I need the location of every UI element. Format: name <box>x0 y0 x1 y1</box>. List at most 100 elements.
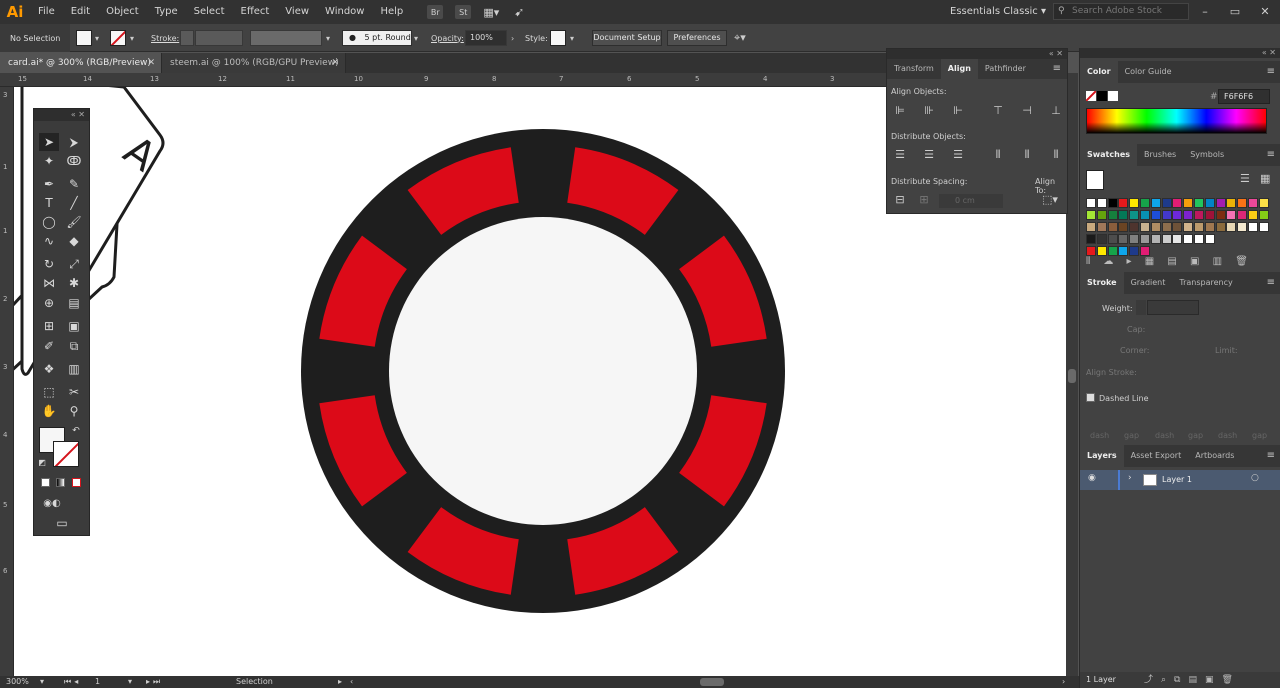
color-swatch[interactable] <box>1140 222 1150 232</box>
tab-asset-export[interactable]: Asset Export <box>1124 445 1189 467</box>
color-swatch[interactable] <box>1248 198 1258 208</box>
scale-tool-icon[interactable]: ⤢ <box>64 255 84 273</box>
color-swatch[interactable] <box>1161 234 1172 244</box>
color-swatch[interactable] <box>1118 222 1129 232</box>
tab-card-ai[interactable]: card.ai* @ 300% (RGB/Preview) ✕ <box>0 53 162 73</box>
maximize-icon[interactable]: ▭ <box>1220 0 1250 24</box>
swatch-fill-stroke-icon[interactable] <box>1086 170 1104 190</box>
menu-select[interactable]: Select <box>186 0 233 24</box>
align-to-selection-icon[interactable]: ⬚▾ <box>1037 192 1063 208</box>
menu-help[interactable]: Help <box>372 0 411 24</box>
puppet-warp-tool-icon[interactable]: ✱ <box>64 274 84 292</box>
opacity-input[interactable]: 100% <box>465 30 507 46</box>
horizontal-align-right-icon[interactable]: ⊩ <box>949 103 967 119</box>
bridge-icon[interactable]: Br <box>427 5 444 19</box>
panel-menu-icon[interactable]: ≡ <box>1267 445 1275 467</box>
color-swatch[interactable] <box>1086 198 1096 208</box>
color-swatch[interactable] <box>1140 210 1150 220</box>
color-swatch[interactable] <box>1204 198 1215 208</box>
color-mode-icon[interactable] <box>41 478 50 487</box>
color-swatch[interactable] <box>1086 246 1096 256</box>
vertical-distribute-center-icon[interactable]: ☰ <box>920 147 938 163</box>
artboard-tool-icon[interactable]: ⬚ <box>39 383 59 401</box>
horizontal-distribute-right-icon[interactable]: ⫴ <box>1047 147 1065 163</box>
tab-transparency[interactable]: Transparency <box>1172 272 1239 294</box>
close-tab-icon[interactable]: ✕ <box>147 53 155 73</box>
layers-footer-icons[interactable]: ⤴⌕⧉▤▣🗑 <box>1144 672 1241 688</box>
color-swatch[interactable] <box>1086 222 1096 232</box>
color-swatch[interactable] <box>1129 210 1140 220</box>
draw-mode-icon[interactable]: ◉◐ <box>37 494 67 512</box>
fill-color-swatch[interactable] <box>76 30 92 46</box>
symbol-sprayer-tool-icon[interactable]: ❖ <box>39 360 59 378</box>
color-swatch[interactable] <box>1107 222 1118 232</box>
fill-dropdown-icon[interactable]: ▾ <box>95 24 99 52</box>
panel-menu-icon[interactable]: ≡ <box>1267 61 1275 83</box>
color-swatch[interactable] <box>1183 210 1194 220</box>
close-icon[interactable]: ✕ <box>1250 0 1280 24</box>
color-swatch[interactable] <box>1096 222 1107 232</box>
color-swatch[interactable] <box>1172 198 1183 208</box>
shape-builder-tool-icon[interactable]: ⊕ <box>39 294 59 312</box>
artboard-prev-icon[interactable]: ⏮◂ <box>64 676 81 688</box>
hex-color-input[interactable]: F6F6F6 <box>1218 89 1270 104</box>
panel-menu-icon[interactable]: ≡ <box>1053 59 1061 79</box>
width-tool-icon[interactable]: ⋈ <box>39 274 59 292</box>
layer-row[interactable]: ◉ › Layer 1 ○ <box>1080 470 1280 490</box>
poker-chip[interactable] <box>301 129 785 613</box>
default-colors-icon[interactable]: ◩ <box>37 457 47 467</box>
color-swatch[interactable] <box>1096 198 1107 208</box>
tab-symbols[interactable]: Symbols <box>1183 144 1231 166</box>
vertical-distribute-bottom-icon[interactable]: ☰ <box>949 147 967 163</box>
color-swatch[interactable] <box>1194 210 1204 220</box>
dashed-line-checkbox[interactable] <box>1086 393 1095 402</box>
color-swatch[interactable] <box>1248 222 1258 232</box>
color-swatch[interactable] <box>1183 222 1194 232</box>
tab-color[interactable]: Color <box>1080 61 1118 83</box>
menu-effect[interactable]: Effect <box>233 0 278 24</box>
curvature-tool-icon[interactable]: ✎ <box>64 175 84 193</box>
opacity-arrow-icon[interactable]: › <box>511 24 514 52</box>
blend-tool-icon[interactable]: ⧉ <box>64 337 84 355</box>
color-swatch[interactable] <box>1150 198 1161 208</box>
brush-definition[interactable]: ● 5 pt. Round <box>342 30 412 46</box>
horizontal-distribute-space-icon[interactable]: ⊞ <box>915 192 933 208</box>
stroke-color-box[interactable] <box>53 441 79 467</box>
tab-gradient[interactable]: Gradient <box>1124 272 1173 294</box>
status-menu-icon[interactable]: ▸ <box>338 676 342 688</box>
tab-swatches[interactable]: Swatches <box>1080 144 1137 166</box>
color-swatch[interactable] <box>1237 222 1248 232</box>
style-dropdown-icon[interactable]: ▾ <box>570 24 574 52</box>
color-swatch[interactable] <box>1107 234 1118 244</box>
visibility-eye-icon[interactable]: ◉ <box>1088 473 1096 483</box>
menu-edit[interactable]: Edit <box>63 0 98 24</box>
white-swatch[interactable] <box>1108 91 1118 101</box>
vertical-distribute-top-icon[interactable]: ☰ <box>891 147 909 163</box>
expand-layer-icon[interactable]: › <box>1128 473 1132 483</box>
horizontal-distribute-center-icon[interactable]: ⫴ <box>1018 147 1036 163</box>
color-swatch[interactable] <box>1215 210 1226 220</box>
zoom-level[interactable]: 300% <box>6 676 29 688</box>
arrange-icon[interactable]: ⌖▾ <box>734 24 746 52</box>
stroke-weight-input[interactable] <box>195 30 243 46</box>
color-swatch[interactable] <box>1258 222 1269 232</box>
profile-dropdown-icon[interactable]: ▾ <box>326 24 330 52</box>
brush-dropdown-icon[interactable]: ▾ <box>414 24 418 52</box>
color-swatch[interactable] <box>1194 222 1204 232</box>
color-swatch[interactable] <box>1226 222 1237 232</box>
stroke-color-swatch[interactable] <box>110 30 126 46</box>
color-swatch[interactable] <box>1204 210 1215 220</box>
color-swatch[interactable] <box>1237 198 1248 208</box>
vertical-align-center-icon[interactable]: ⊣ <box>1018 103 1036 119</box>
eraser-tool-icon[interactable]: ◆ <box>64 232 84 250</box>
color-swatch[interactable] <box>1150 210 1161 220</box>
lasso-tool-icon[interactable]: ↂ <box>64 152 84 170</box>
list-view-icon[interactable]: ☰ <box>1240 172 1250 185</box>
color-swatch[interactable] <box>1204 234 1215 244</box>
color-swatch[interactable] <box>1096 210 1107 220</box>
vertical-distribute-space-icon[interactable]: ⊟ <box>891 192 909 208</box>
color-swatch[interactable] <box>1172 234 1183 244</box>
none-mode-icon[interactable] <box>72 478 81 487</box>
color-swatch[interactable] <box>1086 210 1096 220</box>
tab-transform[interactable]: Transform <box>887 59 941 79</box>
